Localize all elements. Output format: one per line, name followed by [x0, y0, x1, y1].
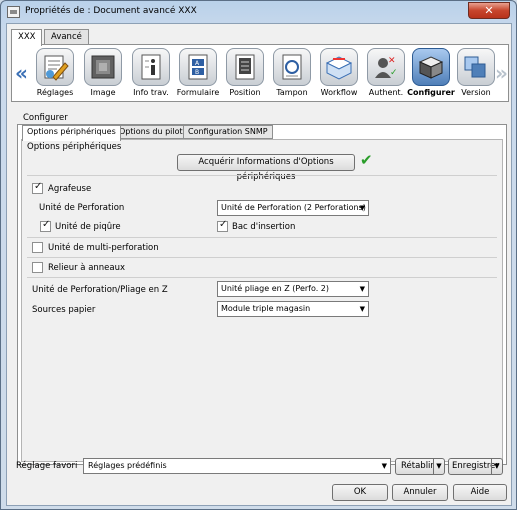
retablir-label: Rétablir — [401, 461, 434, 471]
device-options-group: Options périphériques Acquérir Informati… — [21, 139, 503, 462]
dialog-client-area: XXX Avancé « » Réglages Image Info trav.… — [6, 23, 512, 506]
pliage-z-select[interactable]: Unité pliage en Z (Perfo. 2) ▼ — [217, 281, 369, 297]
acquire-options-button[interactable]: Acquérir Informations d'Options périphér… — [177, 154, 355, 182]
configure-icon — [412, 48, 450, 86]
scroll-left-icon[interactable]: « — [15, 61, 28, 85]
printer-icon — [7, 6, 20, 18]
bac-insertion-label: Bac d'insertion — [232, 222, 296, 232]
retablir-button[interactable]: Rétablir ▼ — [395, 458, 445, 475]
divider — [27, 175, 497, 176]
window-title: Propriétés de : Document avancé XXX — [25, 6, 197, 16]
piqure-label: Unité de piqûre — [55, 222, 121, 232]
relieur-label: Relieur à anneaux — [48, 263, 126, 273]
properties-window: Propriétés de : Document avancé XXX ✕ XX… — [0, 0, 517, 510]
agrafeuse-checkbox[interactable] — [32, 181, 43, 194]
aide-button[interactable]: Aide — [453, 484, 507, 501]
pliage-z-label: Unité de Perforation/Pliage en Z — [32, 285, 168, 295]
version-icon — [457, 48, 495, 86]
tab-options-pilote[interactable]: Options du pilote — [114, 125, 193, 139]
tool-position[interactable]: Position — [222, 47, 268, 101]
enregistrer-button[interactable]: Enregistrer ▼ — [448, 458, 503, 475]
tab-avance[interactable]: Avancé — [44, 29, 89, 45]
settings-icon — [36, 48, 74, 86]
chevron-down-icon: ▼ — [359, 285, 365, 293]
tool-info-trav[interactable]: Info trav. — [128, 47, 174, 101]
tab-configuration-snmp[interactable]: Configuration SNMP — [183, 125, 273, 139]
relieur-checkbox[interactable] — [32, 262, 43, 273]
piqure-checkbox[interactable] — [40, 219, 51, 232]
title-bar[interactable]: Propriétés de : Document avancé XXX ✕ — [1, 1, 516, 23]
chevron-down-icon[interactable]: ▼ — [433, 459, 444, 474]
svg-text:✓: ✓ — [390, 68, 398, 78]
tool-version[interactable]: Version — [453, 47, 499, 101]
perforation-select-value: Unité de Perforation (2 Perforations) — [221, 203, 366, 212]
tool-formulaire[interactable]: AB Formulaire — [175, 47, 221, 101]
chevron-down-icon: ▼ — [359, 204, 365, 212]
pliage-z-select-value: Unité pliage en Z (Perfo. 2) — [221, 284, 330, 293]
tool-reglages[interactable]: Réglages — [32, 47, 78, 101]
bac-insertion-checkbox[interactable] — [217, 219, 228, 232]
stamp-icon — [273, 48, 311, 86]
sources-papier-select-value: Module triple magasin — [221, 304, 311, 313]
multi-perforation-label: Unité de multi-perforation — [48, 243, 159, 253]
divider — [27, 257, 497, 258]
sources-papier-select[interactable]: Module triple magasin ▼ — [217, 301, 369, 317]
divider — [27, 277, 497, 278]
multi-perforation-checkbox[interactable] — [32, 242, 43, 253]
check-success-icon: ✔ — [360, 151, 373, 169]
annuler-button[interactable]: Annuler — [392, 484, 448, 501]
favorite-select-value: Réglages prédéfinis — [88, 461, 167, 470]
favorite-select[interactable]: Réglages prédéfinis ▼ — [83, 458, 391, 474]
section-title: Options périphériques — [27, 142, 122, 152]
svg-text:B: B — [195, 69, 199, 76]
chevron-down-icon: ▼ — [359, 305, 365, 313]
tab-options-peripheriques[interactable]: Options périphériques — [22, 125, 121, 141]
position-icon — [226, 48, 264, 86]
function-toolbar: « » Réglages Image Info trav. A B Formul… — [11, 44, 509, 102]
group-label: Configurer — [23, 113, 68, 123]
job-info-icon — [132, 48, 170, 86]
chevron-down-icon: ▼ — [381, 462, 387, 470]
tool-workflow[interactable]: Workflow — [316, 47, 362, 101]
chevron-down-icon[interactable]: ▼ — [491, 459, 502, 474]
divider — [27, 237, 497, 238]
ok-button[interactable]: OK — [332, 484, 388, 501]
perforation-select[interactable]: Unité de Perforation (2 Perforations) ▼ — [217, 200, 369, 216]
tool-tampon[interactable]: Tampon — [269, 47, 315, 101]
agrafeuse-label: Agrafeuse — [48, 184, 92, 194]
favorite-label: Réglage favori — [16, 461, 78, 471]
authentication-icon: ✕ ✓ — [367, 48, 405, 86]
close-button[interactable]: ✕ — [468, 2, 510, 19]
svg-text:✕: ✕ — [388, 56, 396, 66]
tab-xxx[interactable]: XXX — [11, 29, 43, 46]
perforation-label: Unité de Perforation — [39, 203, 125, 213]
tool-label: Version — [461, 88, 491, 97]
workflow-icon — [320, 48, 358, 86]
tool-image[interactable]: Image — [80, 47, 126, 101]
sources-papier-label: Sources papier — [32, 305, 96, 315]
image-icon — [84, 48, 122, 86]
form-icon: AB — [179, 48, 217, 86]
